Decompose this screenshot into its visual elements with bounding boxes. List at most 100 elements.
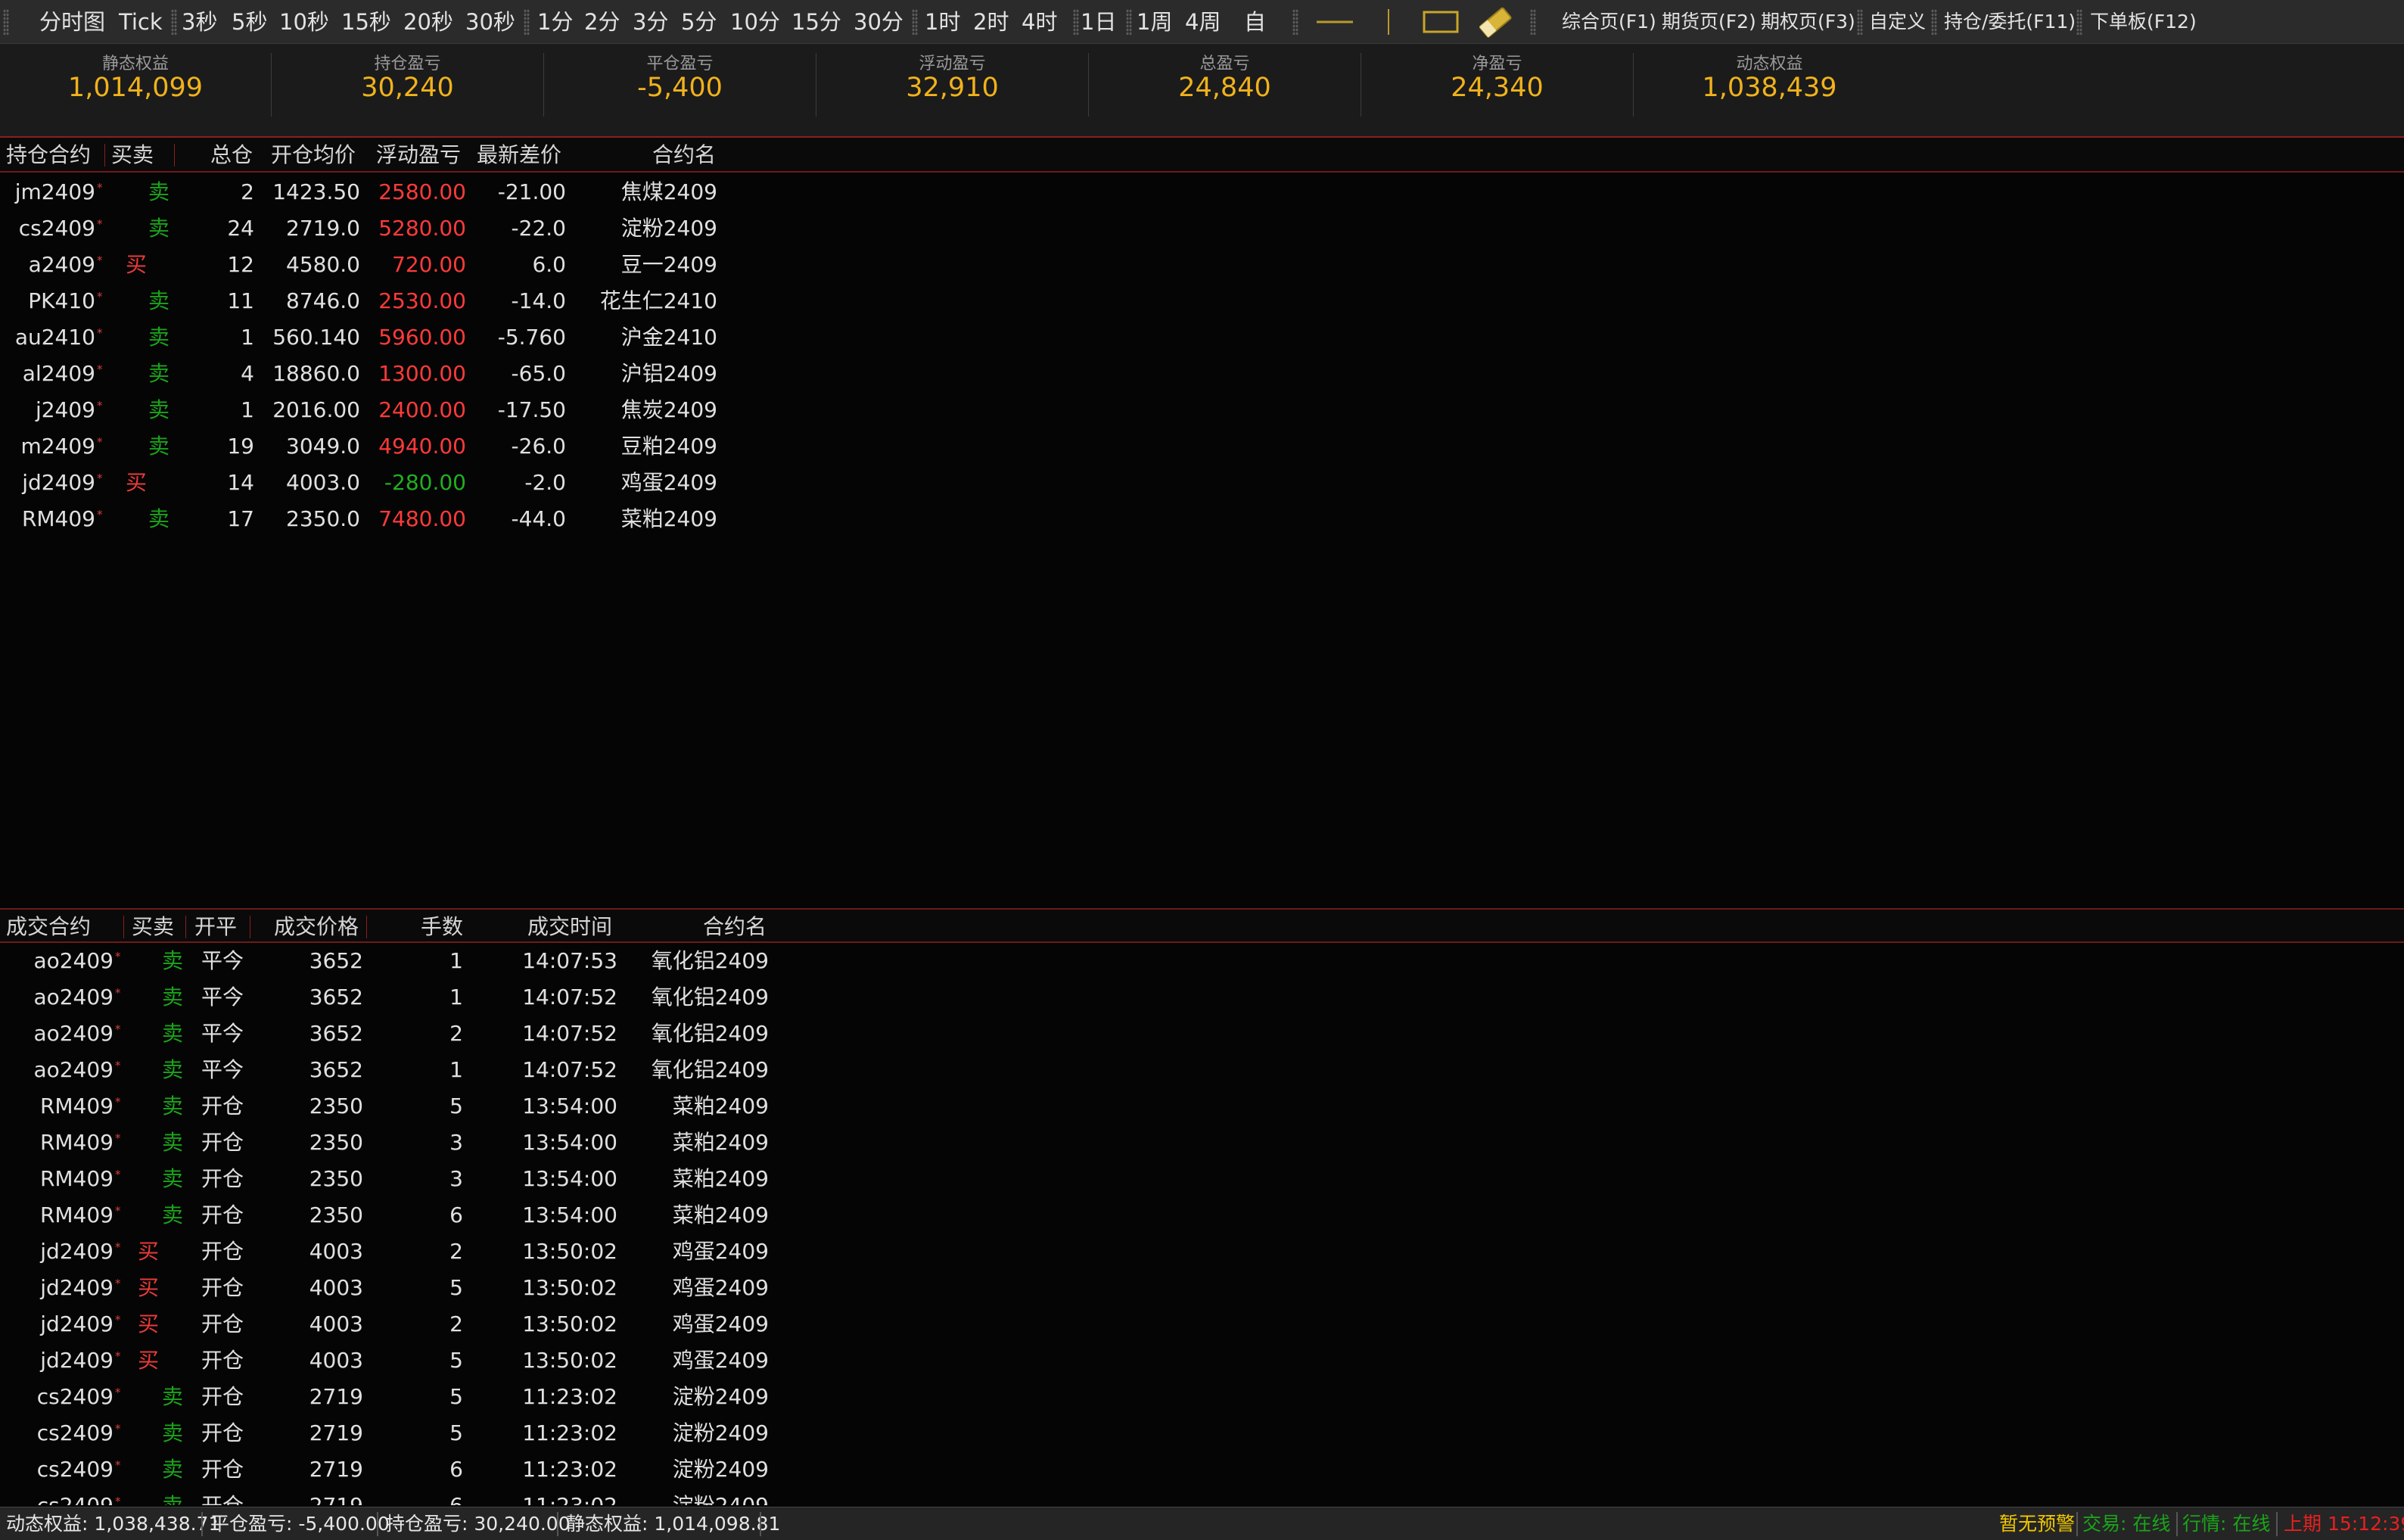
column-divider[interactable] (104, 144, 105, 166)
quote-connection-status[interactable]: 行情: 在线 (2182, 1507, 2270, 1540)
contract-code[interactable]: cs2409 (0, 1451, 114, 1488)
period-custom[interactable]: 自 (1244, 0, 1266, 44)
col-total-qty[interactable]: 总仓 (210, 138, 253, 173)
contract-code[interactable]: RM409 (0, 1161, 114, 1197)
contract-code[interactable]: jd2409 (0, 1234, 114, 1270)
table-row[interactable]: cs2409*卖开仓2719611:23:02淀粉2409 (0, 1488, 832, 1505)
col-float-pnl[interactable]: 浮动盈亏 (376, 138, 461, 173)
table-row[interactable]: RM409 * 卖 17 2350.0 7480.00 -44.0 菜粕2409 (0, 501, 832, 537)
table-row[interactable]: RM409 * 卖开仓 2350 6 13:54:00 菜粕2409 (0, 1197, 832, 1234)
col-open-close[interactable]: 开平 (194, 910, 237, 944)
contract-code[interactable]: a2409 (0, 247, 95, 283)
table-row[interactable]: jd2409 * 买 开仓 4003 2 13:50:02 鸡蛋2409 (0, 1306, 832, 1342)
table-row[interactable]: j2409 * 卖 1 2016.00 2400.00 -17.50 焦炭2409 (0, 392, 832, 428)
col-open-avg[interactable]: 开仓均价 (271, 138, 356, 173)
period-20s[interactable]: 20秒 (403, 0, 453, 44)
contract-code[interactable]: ao2409 (0, 943, 114, 979)
column-divider[interactable] (185, 916, 186, 938)
period-5m[interactable]: 5分 (681, 0, 717, 44)
period-4h[interactable]: 4时 (1022, 0, 1057, 44)
col-side[interactable]: 买卖 (111, 138, 154, 173)
table-row[interactable]: cs2409 * 卖开仓 2719 5 11:23:02 淀粉2409 (0, 1379, 832, 1415)
table-row[interactable]: RM409 * 卖开仓 2350 3 13:54:00 菜粕2409 (0, 1125, 832, 1161)
page-order-panel[interactable]: 下单板(F12) (2090, 0, 2197, 44)
col-side[interactable]: 买卖 (132, 910, 174, 944)
contract-code[interactable]: m2409 (0, 428, 95, 465)
contract-code[interactable]: cs2409 (0, 1379, 114, 1415)
contract-code[interactable]: jd2409 (0, 1342, 114, 1379)
period-5s[interactable]: 5秒 (232, 0, 267, 44)
contract-code[interactable]: ao2409 (0, 979, 114, 1016)
line-tool-icon[interactable] (1315, 0, 1354, 44)
period-2h[interactable]: 2时 (973, 0, 1009, 44)
table-row[interactable]: cs2409 * 卖 24 2719.0 5280.00 -22.0 淀粉2409 (0, 210, 832, 247)
period-15m[interactable]: 15分 (791, 0, 841, 44)
contract-code[interactable]: RM409 (0, 1125, 114, 1161)
table-row[interactable]: jd2409 * 买 14 4003.0 -280.00 -2.0 鸡蛋2409 (0, 465, 832, 501)
column-divider[interactable] (366, 916, 367, 938)
contract-code[interactable]: au2410 (0, 319, 95, 356)
page-custom[interactable]: 自定义 (1869, 0, 1926, 44)
eraser-tool-icon[interactable] (1476, 0, 1516, 44)
period-10s[interactable]: 10秒 (279, 0, 329, 44)
contract-code[interactable]: jm2409 (0, 174, 95, 210)
contract-code[interactable]: ao2409 (0, 1016, 114, 1052)
table-row[interactable]: PK410 * 卖 11 8746.0 2530.00 -14.0 花生仁2410 (0, 283, 832, 319)
table-row[interactable]: ao2409 * 卖平今 3652 1 14:07:52 氧化铝2409 (0, 1052, 832, 1088)
period-tick[interactable]: Tick (119, 0, 163, 44)
contract-code[interactable]: RM409 (0, 1197, 114, 1234)
period-10m[interactable]: 10分 (730, 0, 780, 44)
col-position-contract[interactable]: 持仓合约 (6, 138, 91, 173)
table-row[interactable]: cs2409*卖开仓2719611:23:02淀粉2409 (0, 1451, 832, 1488)
contract-code[interactable]: ao2409 (0, 1052, 114, 1088)
contract-code[interactable]: jd2409 (0, 1270, 114, 1306)
contract-code[interactable]: cs2409 (0, 1488, 114, 1505)
period-1m[interactable]: 1分 (537, 0, 573, 44)
table-row[interactable]: au2410 * 卖 1 560.140 5960.00 -5.760 沪金2410 (0, 319, 832, 356)
col-contract-name[interactable]: 合约名 (703, 910, 767, 944)
period-30m[interactable]: 30分 (854, 0, 903, 44)
column-divider[interactable] (123, 916, 124, 938)
page-futures[interactable]: 期货页(F2) (1662, 0, 1756, 44)
table-row[interactable]: cs2409 * 卖开仓 2719 5 11:23:02 淀粉2409 (0, 1415, 832, 1451)
table-row[interactable]: jm2409 * 卖 2 1423.50 2580.00 -21.00 焦煤2409 (0, 174, 832, 210)
table-row[interactable]: RM409 * 卖开仓 2350 3 13:54:00 菜粕2409 (0, 1161, 832, 1197)
col-contract-name[interactable]: 合约名 (652, 138, 716, 173)
period-1w[interactable]: 1周 (1137, 0, 1172, 44)
contract-code[interactable]: RM409 (0, 1088, 114, 1125)
contract-code[interactable]: jd2409 (0, 1306, 114, 1342)
period-30s[interactable]: 30秒 (465, 0, 515, 44)
col-latest-diff[interactable]: 最新差价 (477, 138, 561, 173)
period-2m[interactable]: 2分 (584, 0, 620, 44)
period-4w[interactable]: 4周 (1185, 0, 1221, 44)
contract-code[interactable]: PK410 (0, 283, 95, 319)
table-row[interactable]: ao2409 * 卖平今 3652 1 14:07:53 氧化铝2409 (0, 943, 832, 979)
table-row[interactable]: ao2409 * 卖平今 3652 2 14:07:52 氧化铝2409 (0, 1016, 832, 1052)
page-overview[interactable]: 综合页(F1) (1562, 0, 1656, 44)
table-row[interactable]: jd2409 * 买 开仓 4003 5 13:50:02 鸡蛋2409 (0, 1342, 832, 1379)
toolbar-grip[interactable] (3, 9, 9, 35)
page-options[interactable]: 期权页(F3) (1761, 0, 1855, 44)
col-fill-price[interactable]: 成交价格 (274, 910, 359, 944)
page-positions-orders[interactable]: 持仓/委托(F11) (1944, 0, 2076, 44)
table-row[interactable]: a2409 * 买 12 4580.0 720.00 6.0 豆一2409 (0, 247, 832, 283)
alert-status[interactable]: 暂无预警 (1999, 1507, 2075, 1540)
contract-code[interactable]: cs2409 (0, 1415, 114, 1451)
period-1d[interactable]: 1日 (1081, 0, 1116, 44)
period-timeshare[interactable]: 分时图 (39, 0, 105, 44)
contract-code[interactable]: j2409 (0, 392, 95, 428)
contract-code[interactable]: cs2409 (0, 210, 95, 247)
period-3s[interactable]: 3秒 (182, 0, 217, 44)
contract-code[interactable]: al2409 (0, 356, 95, 392)
col-lots[interactable]: 手数 (421, 910, 463, 944)
column-divider[interactable] (174, 144, 175, 166)
period-15s[interactable]: 15秒 (341, 0, 391, 44)
period-3m[interactable]: 3分 (633, 0, 668, 44)
period-1h[interactable]: 1时 (925, 0, 960, 44)
table-row[interactable]: RM409 * 卖开仓 2350 5 13:54:00 菜粕2409 (0, 1088, 832, 1125)
table-row[interactable]: al2409 * 卖 4 18860.0 1300.00 -65.0 沪铝2409 (0, 356, 832, 392)
rectangle-tool-icon[interactable] (1423, 0, 1460, 44)
contract-code[interactable]: jd2409 (0, 465, 95, 501)
contract-code[interactable]: RM409 (0, 501, 95, 537)
table-row[interactable]: jd2409 * 买 开仓 4003 2 13:50:02 鸡蛋2409 (0, 1234, 832, 1270)
